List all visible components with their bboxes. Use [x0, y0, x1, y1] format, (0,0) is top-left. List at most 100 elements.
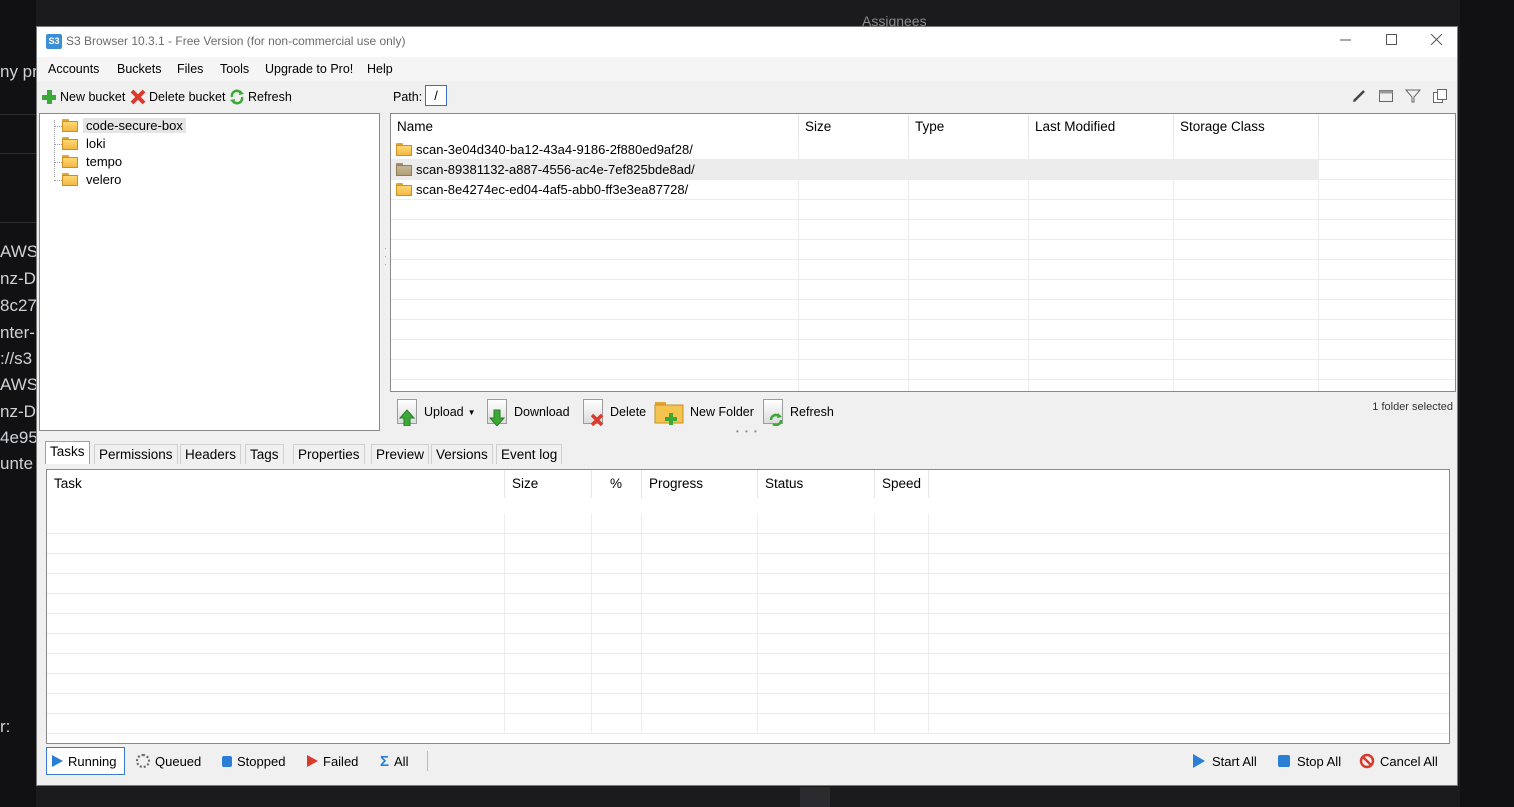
tab-versions[interactable]: Versions [431, 444, 493, 464]
upload-button[interactable]: Upload ▼ [394, 398, 476, 426]
folder-icon [62, 154, 79, 168]
minimize-button[interactable] [1322, 27, 1368, 57]
horizontal-splitter[interactable]: • • • [736, 427, 759, 436]
title-bar[interactable]: S3 S3 Browser 10.3.1 - Free Version (for… [37, 27, 1457, 57]
empty-row [47, 674, 1449, 694]
delete-bucket-button[interactable]: Delete bucket [130, 89, 225, 105]
folder-icon [396, 143, 413, 156]
tree-connector [54, 144, 62, 145]
bucket-item-tempo[interactable]: tempo [62, 152, 125, 170]
cancel-all-button[interactable]: Cancel All [1359, 747, 1438, 775]
background-text: 4e95 [0, 428, 36, 447]
menu-help[interactable]: Help [367, 62, 393, 76]
tab-properties[interactable]: Properties [293, 444, 365, 464]
download-button[interactable]: Download [484, 398, 570, 426]
file-storage-cell [1174, 140, 1319, 159]
download-label: Download [514, 405, 570, 419]
refresh-buckets-label: Refresh [248, 90, 292, 104]
empty-row [47, 714, 1449, 734]
file-action-bar: Upload ▼ Download Delete New Folder Refr… [390, 394, 1457, 430]
new-bucket-button[interactable]: New bucket [41, 89, 125, 105]
file-name-cell: scan-89381132-a887-4556-ac4e-7ef825bde8a… [391, 160, 799, 179]
stop-icon [222, 755, 232, 767]
stopped-label: Stopped [237, 753, 286, 769]
file-row[interactable]: scan-89381132-a887-4556-ac4e-7ef825bde8a… [391, 160, 1455, 180]
tree-connector [54, 126, 62, 127]
menu-buckets[interactable]: Buckets [117, 62, 161, 76]
task-bar: Running Queued Stopped Failed Σ All Star… [46, 747, 1450, 777]
refresh-buckets-button[interactable]: Refresh [229, 89, 292, 105]
new-folder-button[interactable]: New Folder [654, 398, 754, 426]
tab-event-log[interactable]: Event log [496, 444, 563, 464]
column-percent[interactable]: % [592, 470, 642, 498]
column-task-size[interactable]: Size [505, 470, 592, 498]
play-icon [52, 755, 63, 767]
file-row[interactable]: scan-3e04d340-ba12-43a4-9186-2f880ed9af2… [391, 140, 1455, 160]
filter-queued-button[interactable]: Queued [136, 747, 201, 775]
filter-stopped-button[interactable]: Stopped [222, 747, 285, 775]
menu-accounts[interactable]: Accounts [48, 62, 99, 76]
background-text: r: [0, 717, 11, 736]
bucket-label: loki [86, 135, 106, 151]
empty-row [391, 200, 1455, 220]
new-bucket-label: New bucket [60, 90, 126, 104]
failed-icon [307, 755, 318, 767]
tab-preview[interactable]: Preview [371, 444, 430, 464]
file-pane: Path: / Name Size Type Last Modified Sto… [390, 84, 1457, 430]
maximize-button[interactable] [1368, 27, 1414, 57]
tab-tasks[interactable]: Tasks [45, 441, 90, 464]
start-all-button[interactable]: Start All [1191, 747, 1257, 775]
pencil-icon[interactable] [1351, 88, 1367, 104]
cancel-all-label: Cancel All [1380, 753, 1438, 769]
divider [0, 114, 36, 115]
bucket-item-velero[interactable]: velero [62, 170, 124, 188]
bucket-item-code-secure-box[interactable]: code-secure-box [62, 116, 186, 134]
filter-all-button[interactable]: Σ All [380, 747, 408, 775]
empty-row [391, 340, 1455, 360]
divider [0, 153, 36, 154]
close-button[interactable] [1413, 27, 1459, 57]
copy-icon[interactable] [1432, 88, 1448, 104]
filter-running-button[interactable]: Running [46, 747, 126, 775]
tab-tags[interactable]: Tags [245, 444, 284, 464]
bucket-item-loki[interactable]: loki [62, 134, 109, 152]
delete-label: Delete [610, 405, 647, 419]
background-text: nz-Da [0, 269, 36, 288]
column-task[interactable]: Task [47, 470, 505, 498]
file-row[interactable]: scan-8e4274ec-ed04-4af5-abb0-ff3e3ea8772… [391, 180, 1455, 200]
menu-upgrade[interactable]: Upgrade to Pro! [265, 62, 353, 76]
tab-headers[interactable]: Headers [180, 444, 242, 464]
filter-failed-button[interactable]: Failed [307, 747, 358, 775]
column-name[interactable]: Name [391, 114, 799, 140]
file-modified-cell [1029, 160, 1174, 179]
upload-dropdown-icon[interactable]: ▼ [468, 408, 476, 417]
column-type[interactable]: Type [909, 114, 1029, 140]
column-last-modified[interactable]: Last Modified [1029, 114, 1174, 140]
column-storage-class[interactable]: Storage Class [1174, 114, 1319, 140]
s3-browser-window: S3 S3 Browser 10.3.1 - Free Version (for… [36, 26, 1458, 786]
stop-all-button[interactable]: Stop All [1276, 747, 1341, 775]
menu-tools[interactable]: Tools [220, 62, 249, 76]
path-input[interactable]: / [425, 85, 447, 106]
column-progress[interactable]: Progress [642, 470, 758, 498]
app-icon: S3 [46, 34, 62, 49]
delete-file-icon [580, 398, 606, 426]
start-all-label: Start All [1212, 753, 1257, 769]
delete-button[interactable]: Delete [580, 398, 646, 426]
file-modified-cell [1029, 140, 1174, 159]
window-title: S3 Browser 10.3.1 - Free Version (for no… [66, 34, 406, 48]
column-status[interactable]: Status [758, 470, 875, 498]
tab-permissions[interactable]: Permissions [94, 444, 178, 464]
background-text: ://s3 [0, 349, 33, 368]
spinner-icon [136, 754, 150, 768]
vertical-splitter[interactable]: · · · [384, 245, 388, 269]
folder-icon [396, 163, 413, 176]
bucket-pane: New bucket Delete bucket Refresh code-se… [39, 84, 380, 431]
filter-icon[interactable] [1404, 88, 1422, 104]
window-icon[interactable] [1378, 88, 1394, 104]
refresh-files-button[interactable]: Refresh [760, 398, 834, 426]
tree-connector [54, 180, 62, 181]
menu-files[interactable]: Files [177, 62, 203, 76]
folder-icon [62, 118, 79, 132]
column-speed[interactable]: Speed [875, 470, 929, 498]
